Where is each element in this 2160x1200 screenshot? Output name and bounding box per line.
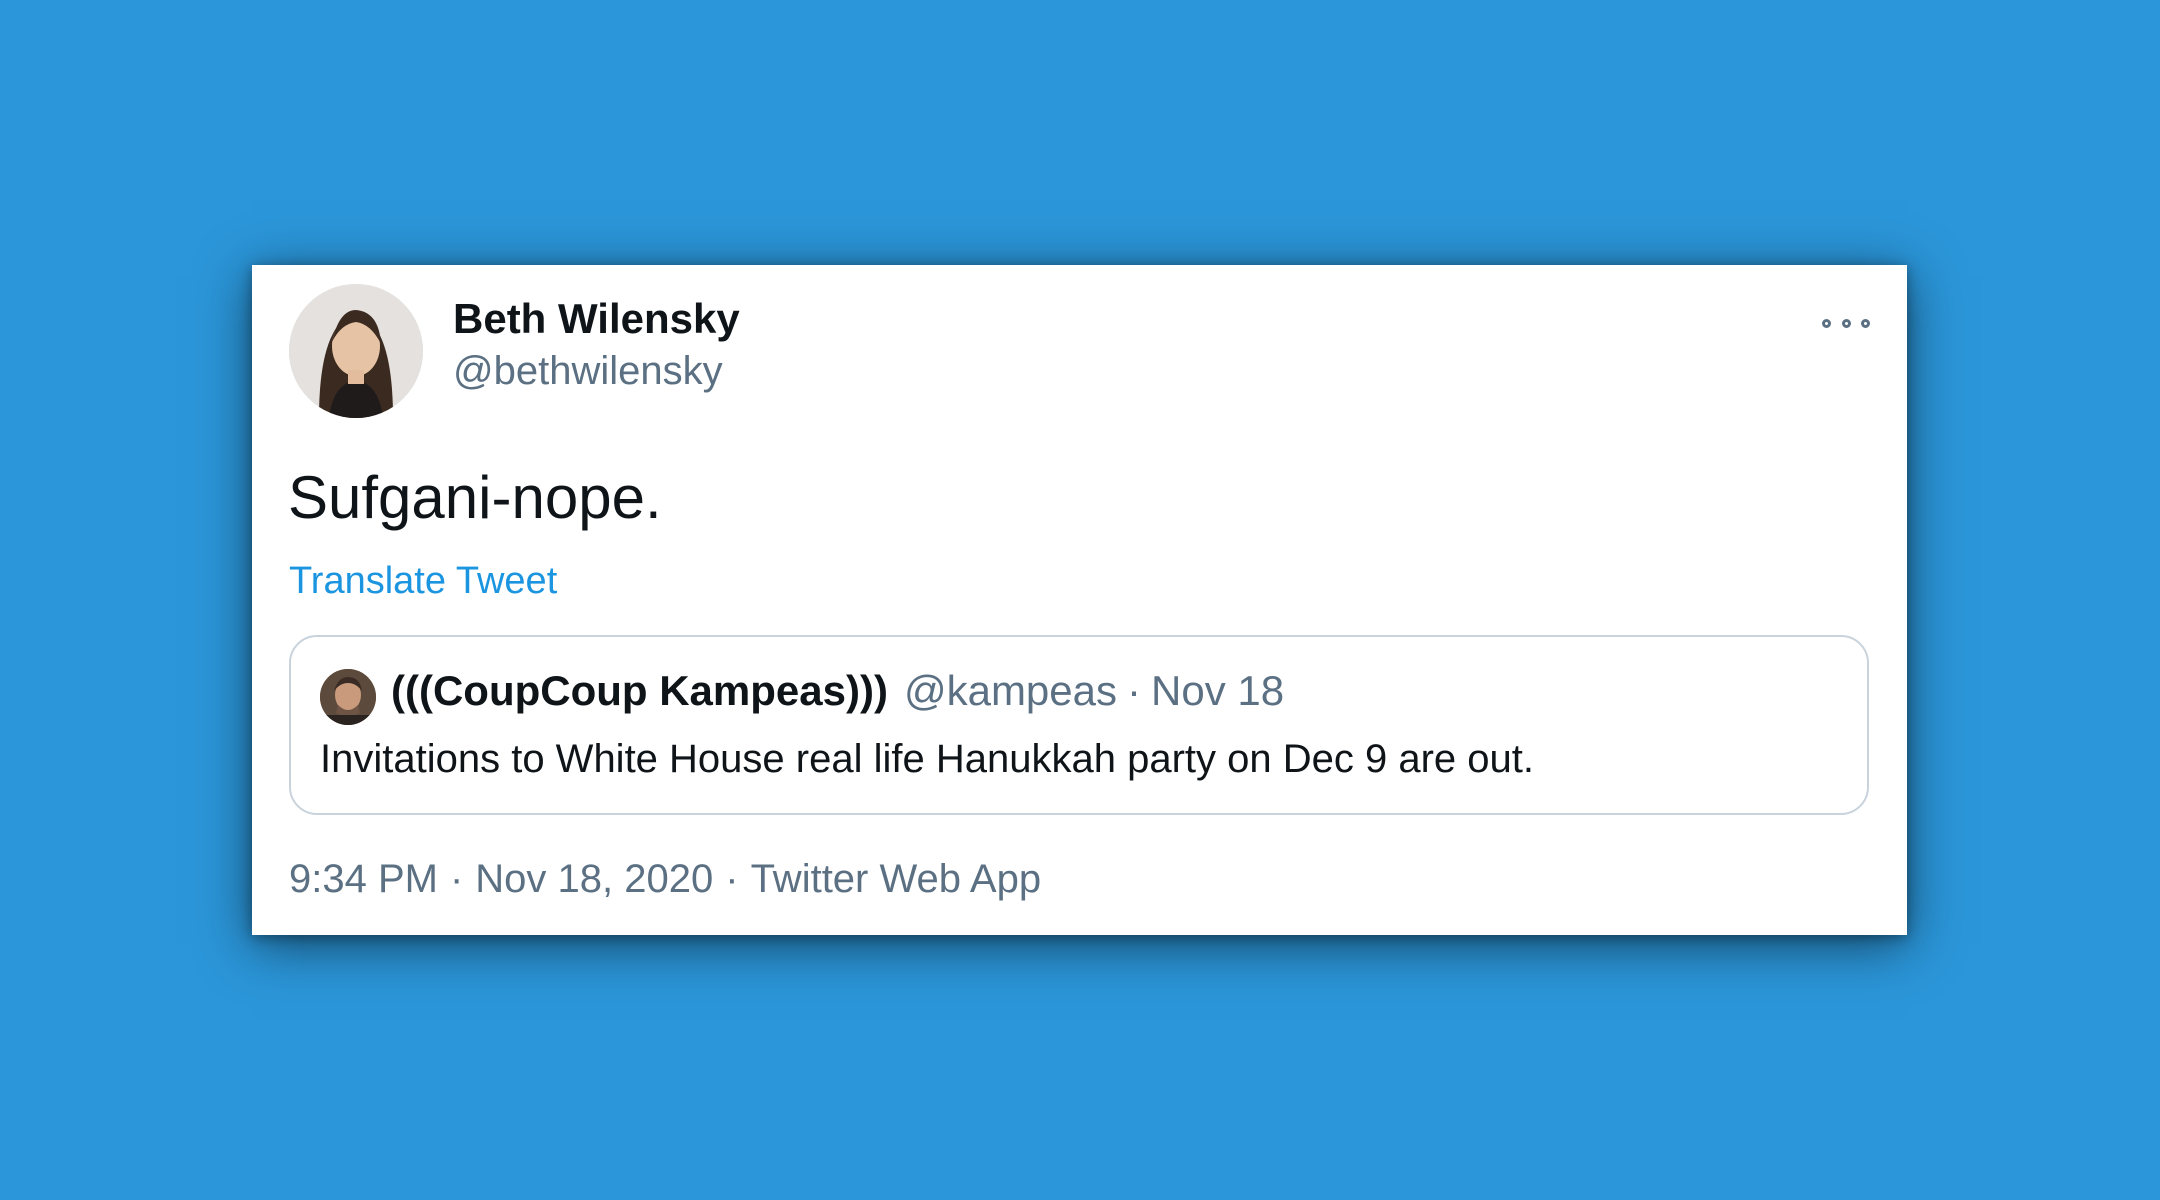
quote-header: (((CoupCoup Kampeas))) @kampeas · Nov 18 (391, 667, 1284, 715)
meta-separator: · (725, 857, 739, 901)
more-dot (1861, 318, 1870, 328)
tweet-text: Sufgani-nope. (288, 464, 662, 531)
quote-date: Nov 18 (1151, 667, 1285, 714)
tweet-card: Beth Wilensky @bethwilensky Sufgani-nope… (252, 265, 1907, 935)
quote-text: Invitations to White House real life Han… (320, 737, 1534, 781)
author-avatar[interactable] (289, 284, 423, 418)
quote-author-name: (((CoupCoup Kampeas))) (391, 667, 888, 714)
author-handle[interactable]: @bethwilensky (453, 349, 723, 394)
tweet-time[interactable]: 9:34 PM (289, 857, 438, 902)
tweet-meta: 9:34 PM · Nov 18, 2020 · Twitter Web App (289, 857, 1041, 902)
translate-tweet-link[interactable]: Translate Tweet (289, 560, 557, 603)
quote-separator: · (1127, 667, 1142, 714)
author-name[interactable]: Beth Wilensky (453, 295, 740, 343)
more-dot (1841, 318, 1851, 328)
tweet-source[interactable]: Twitter Web App (751, 857, 1042, 902)
tweet-date[interactable]: Nov 18, 2020 (475, 857, 713, 902)
quote-author-handle: @kampeas (903, 667, 1118, 714)
meta-separator: · (449, 857, 464, 901)
more-dot (1822, 318, 1831, 328)
more-options-icon[interactable] (1822, 311, 1870, 335)
quoted-tweet[interactable]: (((CoupCoup Kampeas))) @kampeas · Nov 18… (289, 635, 1869, 815)
quote-author-avatar (320, 669, 376, 725)
